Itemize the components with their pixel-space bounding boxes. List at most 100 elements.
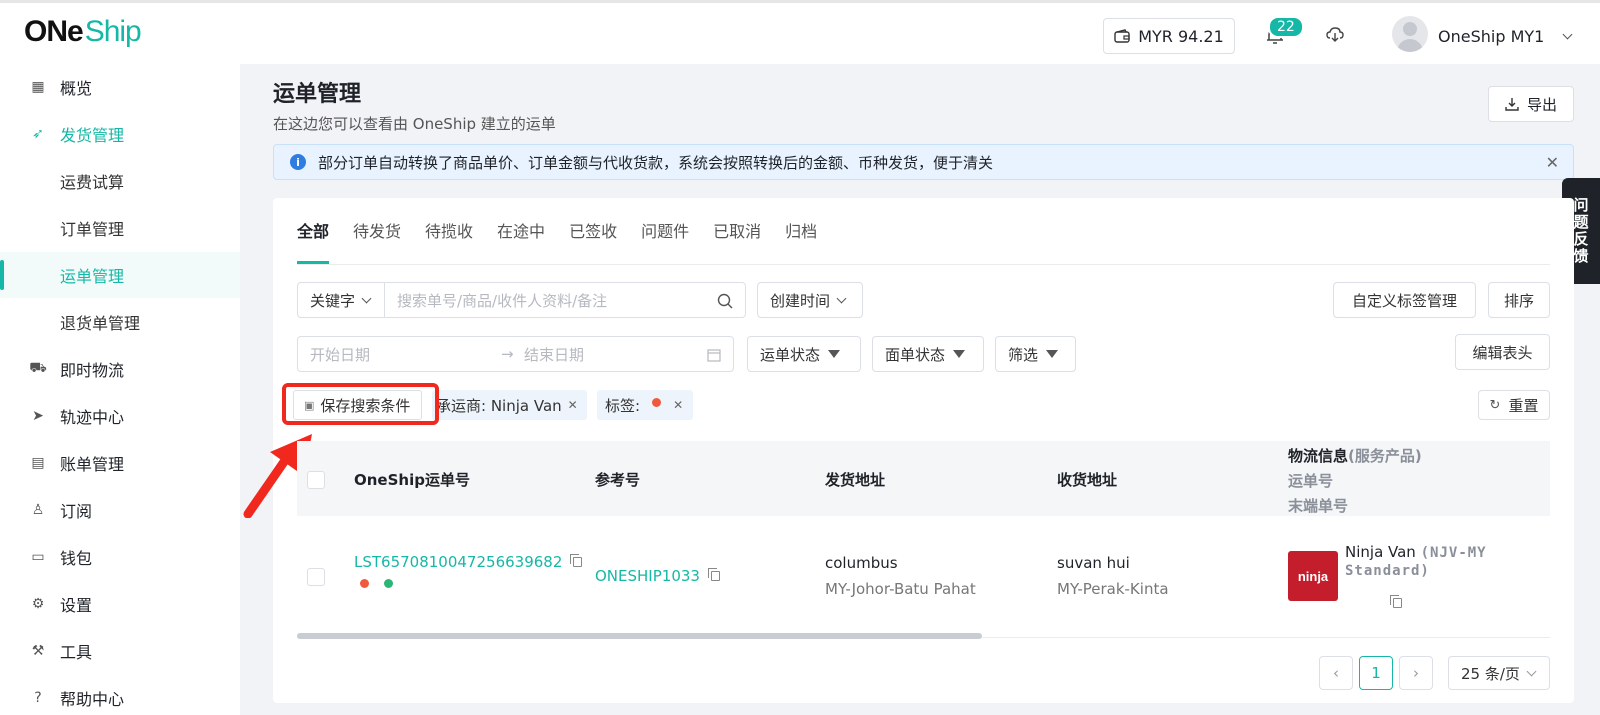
sidebar-item-label: 即时物流 (60, 361, 125, 380)
label-tag-label: 标签: (605, 396, 641, 415)
tab-problem[interactable]: 问题件 (641, 218, 689, 262)
user-menu[interactable]: OneShip MY1 (1438, 27, 1573, 46)
sidebar-item-orders[interactable]: 订单管理 (0, 205, 240, 251)
sender-cell: columbus MY-Johor-Batu Pahat (825, 554, 976, 598)
receiver-cell: suvan hui MY-Perak-Kinta (1057, 554, 1169, 598)
select-all-checkbox[interactable] (307, 471, 325, 489)
keyword-select-label: 关键字 (310, 291, 356, 310)
column-logistics-service: (服务产品) (1348, 447, 1422, 465)
copy-icon[interactable] (570, 554, 583, 567)
sidebar-item-label: 概览 (60, 79, 93, 98)
table-row[interactable]: LST6570810047256639682 ONESHIP1033 colum… (297, 516, 1550, 638)
close-icon[interactable]: ✕ (1546, 153, 1559, 172)
column-sender-address: 发货地址 (825, 471, 886, 489)
avatar[interactable] (1392, 16, 1428, 52)
tab-pending-ship[interactable]: 待发货 (353, 218, 401, 262)
sidebar-item-shipping[interactable]: ➶ 发货管理 (0, 111, 240, 157)
receiver-region: MY-Perak-Kinta (1057, 580, 1169, 598)
sidebar-item-label: 设置 (60, 596, 93, 615)
close-icon[interactable]: ✕ (673, 398, 683, 412)
page-title: 运单管理 (273, 82, 362, 107)
time-select[interactable]: 创建时间 (757, 282, 863, 318)
sidebar-item-wallet[interactable]: ▭ 钱包 (0, 534, 240, 580)
page-size-select[interactable]: 25 条/页 (1448, 656, 1550, 690)
tab-archived[interactable]: 归档 (785, 218, 817, 262)
reset-button[interactable]: ↻ 重置 (1478, 390, 1550, 420)
tab-pending-pickup[interactable]: 待揽收 (425, 218, 473, 262)
export-button[interactable]: 导出 (1488, 86, 1574, 122)
date-range-picker[interactable]: 开始日期 → 结束日期 (297, 336, 734, 372)
carrier-name: Ninja Van (1345, 543, 1416, 561)
edit-header-button[interactable]: 编辑表头 (1455, 334, 1550, 370)
close-icon[interactable]: ✕ (568, 398, 578, 412)
search-icon[interactable] (717, 293, 733, 309)
keyword-select[interactable]: 关键字 (297, 282, 385, 318)
notice-text: 部分订单自动转换了商品单价、订单金额与代收货款，系统会按照转换后的金额、币种发货… (318, 153, 994, 172)
sidebar-item-billing[interactable]: ▤ 账单管理 (0, 440, 240, 486)
wallet-icon: ▭ (31, 549, 45, 565)
sort-button[interactable]: 排序 (1488, 282, 1550, 318)
sidebar-item-subscription[interactable]: ♙ 订阅 (0, 487, 240, 533)
label-status-filter[interactable]: 面单状态 (872, 336, 984, 372)
sidebar-item-help[interactable]: ? 帮助中心 (0, 675, 240, 715)
row-checkbox[interactable] (307, 568, 325, 586)
notice-banner: i 部分订单自动转换了商品单价、订单金额与代收货款，系统会按照转换后的金额、币种… (273, 144, 1574, 180)
tab-all[interactable]: 全部 (297, 218, 330, 264)
search-input[interactable]: 搜索单号/商品/收件人资料/备注 (384, 282, 746, 318)
custom-tag-button[interactable]: 自定义标签管理 (1333, 282, 1476, 318)
page-1-button[interactable]: 1 (1359, 656, 1393, 690)
user-name: OneShip MY1 (1438, 27, 1545, 46)
carrier-tag-label: 承运商: Ninja Van (436, 396, 562, 415)
info-icon: i (290, 154, 306, 170)
sender-name: columbus (825, 554, 898, 572)
cloud-download-icon[interactable] (1326, 27, 1344, 43)
scooter-icon: ⛟ (29, 360, 47, 376)
waybill-status-filter[interactable]: 运单状态 (747, 336, 861, 372)
tab-in-transit[interactable]: 在途中 (497, 218, 545, 262)
sidebar-item-waybills[interactable]: 运单管理 (0, 252, 240, 298)
sender-region: MY-Johor-Batu Pahat (825, 580, 976, 598)
tab-delivered[interactable]: 已签收 (569, 218, 617, 262)
column-logistics-number: 运单号 (1288, 472, 1334, 490)
tool-icon: ⚒ (31, 643, 45, 659)
column-last-mile-number: 末端单号 (1288, 497, 1349, 515)
red-dot-icon (652, 397, 662, 407)
tab-cancelled[interactable]: 已取消 (713, 218, 761, 262)
page-size-label: 25 条/页 (1461, 664, 1520, 683)
copy-icon[interactable] (707, 568, 720, 581)
sidebar-item-overview[interactable]: ▦ 概览 (0, 64, 240, 110)
wallet-amount: MYR 94.21 (1138, 26, 1224, 46)
wallet-balance-button[interactable]: MYR 94.21 (1103, 18, 1235, 54)
receiver-name: suvan hui (1057, 554, 1130, 572)
highlight-box (282, 383, 439, 425)
sidebar-item-settings[interactable]: ⚙ 设置 (0, 581, 240, 627)
oneship-logo[interactable]: ONe Ship (24, 15, 142, 49)
arrow-right-icon: → (501, 345, 514, 363)
chevron-down-icon (836, 293, 847, 303)
calendar-icon (707, 349, 721, 362)
logo-ship: Ship (84, 15, 142, 48)
next-page-button[interactable]: › (1399, 656, 1433, 690)
sidebar-item-instant-logistics[interactable]: ⛟ 即时物流 (0, 346, 240, 392)
prev-page-button[interactable]: ‹ (1319, 656, 1353, 690)
column-reference: 参考号 (595, 471, 641, 489)
logo-one: ONe (24, 15, 84, 48)
time-select-label: 创建时间 (770, 291, 831, 310)
table-header: OneShip运单号 参考号 发货地址 收货地址 物流信息(服务产品) 运单号 … (297, 441, 1550, 516)
horizontal-scrollbar[interactable] (297, 633, 982, 639)
sidebar-item-returns[interactable]: 退货单管理 (0, 299, 240, 345)
sidebar-item-freight-estimate[interactable]: 运费试算 (0, 158, 240, 204)
sidebar-item-label: 退货单管理 (60, 314, 141, 333)
copy-icon[interactable] (1390, 595, 1402, 608)
send-icon: ➤ (32, 408, 44, 424)
waybill-link[interactable]: LST6570810047256639682 (354, 553, 562, 571)
more-filter-button[interactable]: 筛选 (995, 336, 1076, 372)
sort-label: 排序 (1503, 291, 1534, 310)
row-tags (360, 579, 393, 588)
sidebar-item-tracking[interactable]: ➤ 轨迹中心 (0, 393, 240, 439)
label-filter-tag: 标签: ✕ (597, 390, 693, 420)
column-receiver-address: 收货地址 (1057, 471, 1118, 489)
reference-link[interactable]: ONESHIP1033 (595, 567, 700, 585)
sidebar-item-tools[interactable]: ⚒ 工具 (0, 628, 240, 674)
status-tabs: 全部 待发货 待揽收 在途中 已签收 问题件 已取消 归档 (297, 218, 841, 264)
